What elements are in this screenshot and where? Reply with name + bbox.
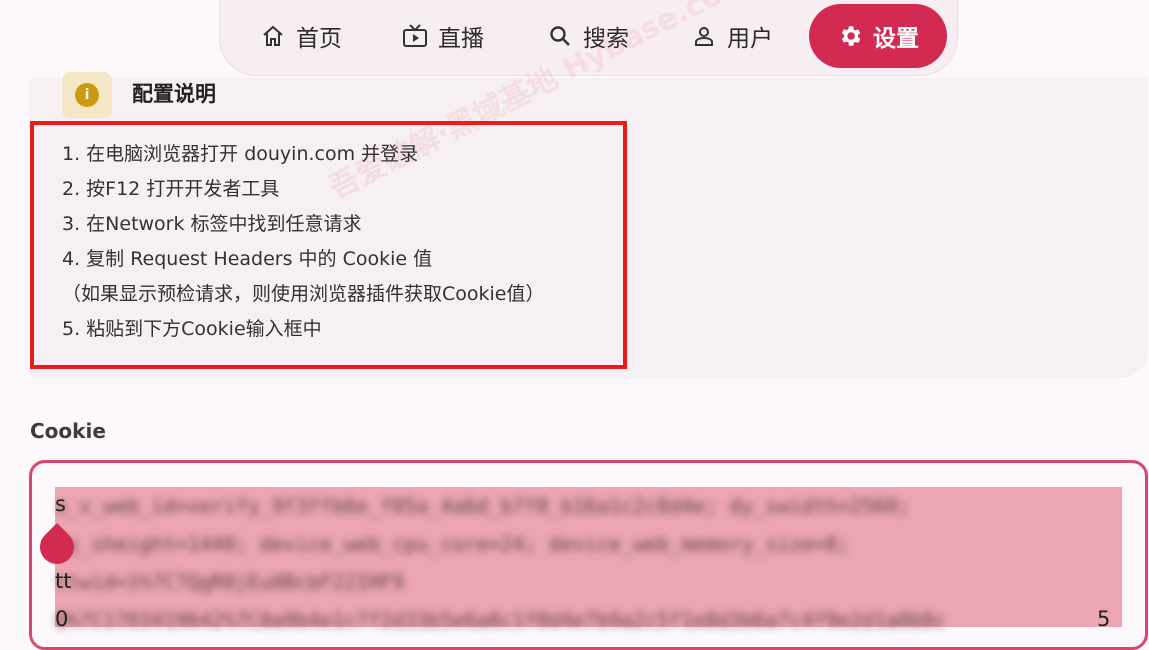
nav-live[interactable]: 直播 — [402, 8, 484, 64]
cookie-line-1-start: s — [55, 492, 66, 516]
info-icon: i — [75, 83, 99, 107]
nav-user-label: 用户 — [727, 26, 773, 52]
cookie-line-3-start: tt — [55, 569, 72, 593]
cookie-line-4-start: 0 — [55, 607, 69, 631]
user-icon — [691, 23, 717, 49]
highlight-box — [30, 121, 627, 369]
nav-settings-label: 设置 — [873, 26, 919, 52]
gear-icon — [837, 23, 863, 49]
home-icon — [260, 23, 286, 49]
cookie-value-blurred: s_v_web_id=verify_9f3ffb6e_f85a_4a6d_b7f… — [55, 494, 947, 632]
nav-home[interactable]: 首页 — [260, 8, 342, 64]
tv-icon — [402, 23, 428, 49]
nav-live-label: 直播 — [438, 26, 484, 52]
cookie-line-4-end: 5 — [1097, 607, 1111, 631]
card-title: 配置说明 — [132, 82, 216, 106]
nav-home-label: 首页 — [296, 26, 342, 52]
cookie-label: Cookie — [30, 419, 106, 443]
info-badge: i — [62, 72, 112, 118]
nav-settings[interactable]: 设置 — [809, 4, 947, 68]
